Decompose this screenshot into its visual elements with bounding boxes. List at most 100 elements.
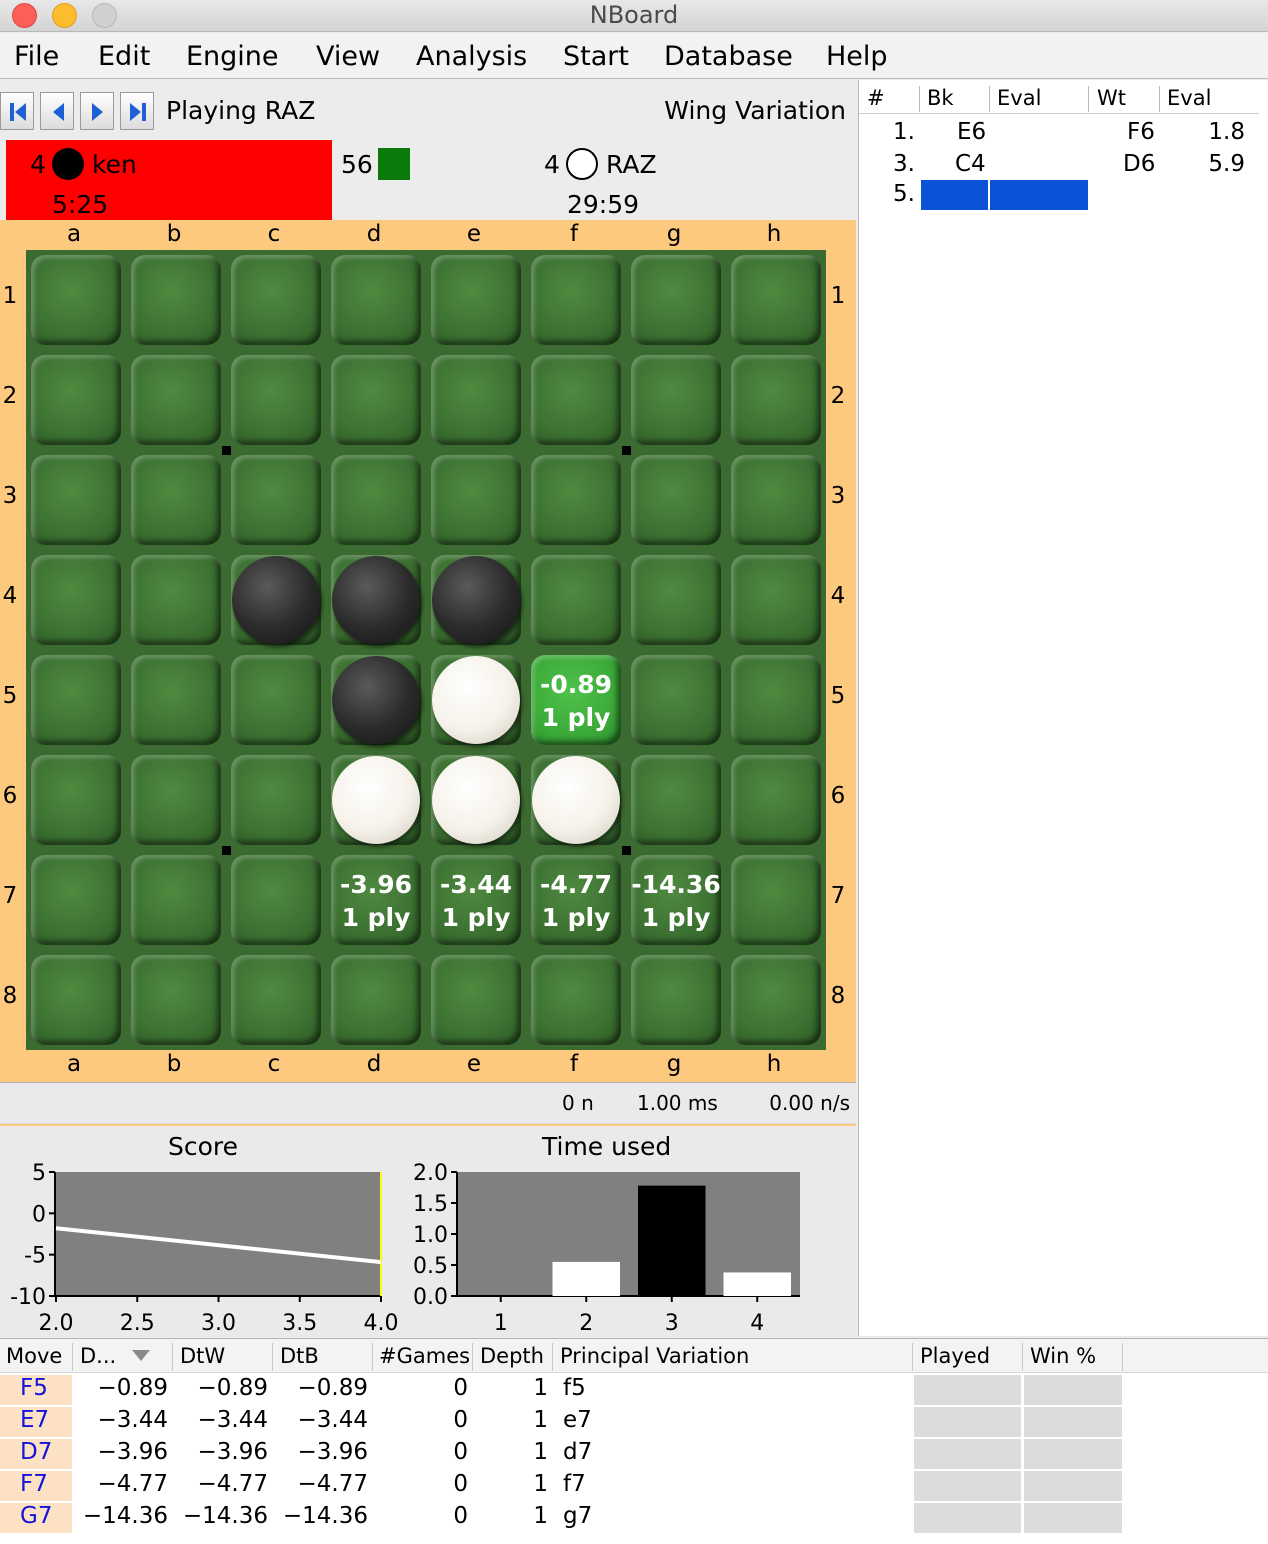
square-h5[interactable] xyxy=(726,650,826,750)
square-d1[interactable] xyxy=(326,250,426,350)
square-a5[interactable] xyxy=(26,650,126,750)
menu-engine[interactable]: Engine xyxy=(186,41,279,72)
square-d3[interactable] xyxy=(326,450,426,550)
col-header-dtw[interactable]: DtW xyxy=(180,1344,225,1368)
square-b1[interactable] xyxy=(126,250,226,350)
col-header-d[interactable]: D... xyxy=(80,1344,116,1368)
square-f5[interactable]: -0.89 1 ply xyxy=(526,650,626,750)
square-h1[interactable] xyxy=(726,250,826,350)
square-d7[interactable]: -3.96 1 ply xyxy=(326,850,426,950)
square-f1[interactable] xyxy=(526,250,626,350)
square-e8[interactable] xyxy=(426,950,526,1050)
menu-database[interactable]: Database xyxy=(664,41,793,72)
square-f7[interactable]: -4.77 1 ply xyxy=(526,850,626,950)
square-e5[interactable] xyxy=(426,650,526,750)
square-d4[interactable] xyxy=(326,550,426,650)
square-d6[interactable] xyxy=(326,750,426,850)
col-header-dtb[interactable]: DtB xyxy=(280,1344,319,1368)
square-f4[interactable] xyxy=(526,550,626,650)
movelist-row-current[interactable]: 5. xyxy=(859,180,1259,212)
square-g5[interactable] xyxy=(626,650,726,750)
square-c5[interactable] xyxy=(226,650,326,750)
square-f3[interactable] xyxy=(526,450,626,550)
last-move-button[interactable] xyxy=(120,92,154,130)
square-e4[interactable] xyxy=(426,550,526,650)
square-c6[interactable] xyxy=(226,750,326,850)
square-e6[interactable] xyxy=(426,750,526,850)
square-g1[interactable] xyxy=(626,250,726,350)
square-g7[interactable]: -14.36 1 ply xyxy=(626,850,726,950)
menu-analysis[interactable]: Analysis xyxy=(416,41,527,72)
analysis-row[interactable]: E7 −3.44 −3.44 −3.44 0 1 e7 xyxy=(0,1406,1268,1438)
square-b3[interactable] xyxy=(126,450,226,550)
square-e1[interactable] xyxy=(426,250,526,350)
square-b7[interactable] xyxy=(126,850,226,950)
menu-start[interactable]: Start xyxy=(563,41,629,72)
square-c2[interactable] xyxy=(226,350,326,450)
menu-help[interactable]: Help xyxy=(826,41,888,72)
square-e3[interactable] xyxy=(426,450,526,550)
square-a8[interactable] xyxy=(26,950,126,1050)
square-h3[interactable] xyxy=(726,450,826,550)
move-cell[interactable]: F7 xyxy=(0,1471,72,1501)
square-g6[interactable] xyxy=(626,750,726,850)
square-g2[interactable] xyxy=(626,350,726,450)
square-g8[interactable] xyxy=(626,950,726,1050)
square-f6[interactable] xyxy=(526,750,626,850)
square-g4[interactable] xyxy=(626,550,726,650)
othello-board[interactable]: -0.89 1 ply -3.96 1 ply -3.44 1 ply -4.77 1 ply… xyxy=(26,250,826,1050)
analysis-row[interactable]: F5 −0.89 −0.89 −0.89 0 1 f5 xyxy=(0,1374,1268,1406)
first-move-button[interactable] xyxy=(0,92,34,130)
black-move[interactable]: E6 xyxy=(957,119,986,145)
next-move-button[interactable] xyxy=(80,92,114,130)
col-header-move[interactable]: Move xyxy=(6,1344,62,1368)
previous-move-button[interactable] xyxy=(40,92,74,130)
move-cell[interactable]: E7 xyxy=(0,1407,72,1437)
analysis-row[interactable]: G7 −14.36 −14.36 −14.36 0 1 g7 xyxy=(0,1502,1268,1534)
square-f8[interactable] xyxy=(526,950,626,1050)
analysis-row[interactable]: F7 −4.77 −4.77 −4.77 0 1 f7 xyxy=(0,1470,1268,1502)
square-e2[interactable] xyxy=(426,350,526,450)
square-g3[interactable] xyxy=(626,450,726,550)
white-move[interactable]: F6 xyxy=(1127,119,1155,145)
square-d5[interactable] xyxy=(326,650,426,750)
square-a3[interactable] xyxy=(26,450,126,550)
col-header-pv[interactable]: Principal Variation xyxy=(560,1344,749,1368)
col-header-depth[interactable]: Depth xyxy=(480,1344,544,1368)
square-c4[interactable] xyxy=(226,550,326,650)
square-b8[interactable] xyxy=(126,950,226,1050)
move-cell[interactable]: G7 xyxy=(0,1503,72,1533)
square-a4[interactable] xyxy=(26,550,126,650)
col-header-played[interactable]: Played xyxy=(920,1344,990,1368)
square-c8[interactable] xyxy=(226,950,326,1050)
square-b4[interactable] xyxy=(126,550,226,650)
menu-file[interactable]: File xyxy=(14,41,59,72)
white-move[interactable]: D6 xyxy=(1123,151,1155,177)
square-c1[interactable] xyxy=(226,250,326,350)
square-h7[interactable] xyxy=(726,850,826,950)
current-black-move-cell[interactable] xyxy=(921,180,988,210)
square-e7[interactable]: -3.44 1 ply xyxy=(426,850,526,950)
square-a6[interactable] xyxy=(26,750,126,850)
square-d8[interactable] xyxy=(326,950,426,1050)
square-f2[interactable] xyxy=(526,350,626,450)
square-a2[interactable] xyxy=(26,350,126,450)
move-cell[interactable]: D7 xyxy=(0,1439,72,1469)
square-h8[interactable] xyxy=(726,950,826,1050)
analysis-row[interactable]: D7 −3.96 −3.96 −3.96 0 1 d7 xyxy=(0,1438,1268,1470)
menu-edit[interactable]: Edit xyxy=(98,41,150,72)
black-move[interactable]: C4 xyxy=(955,151,986,177)
square-b5[interactable] xyxy=(126,650,226,750)
square-h2[interactable] xyxy=(726,350,826,450)
square-c3[interactable] xyxy=(226,450,326,550)
square-h4[interactable] xyxy=(726,550,826,650)
square-b2[interactable] xyxy=(126,350,226,450)
square-h6[interactable] xyxy=(726,750,826,850)
menu-view[interactable]: View xyxy=(316,41,380,72)
square-a1[interactable] xyxy=(26,250,126,350)
move-cell[interactable]: F5 xyxy=(0,1375,72,1405)
movelist-row[interactable]: 1. E6 F6 1.8 xyxy=(859,118,1259,150)
col-header-games[interactable]: #Games xyxy=(379,1344,470,1368)
square-c7[interactable] xyxy=(226,850,326,950)
movelist-row[interactable]: 3. C4 D6 5.9 xyxy=(859,150,1259,182)
